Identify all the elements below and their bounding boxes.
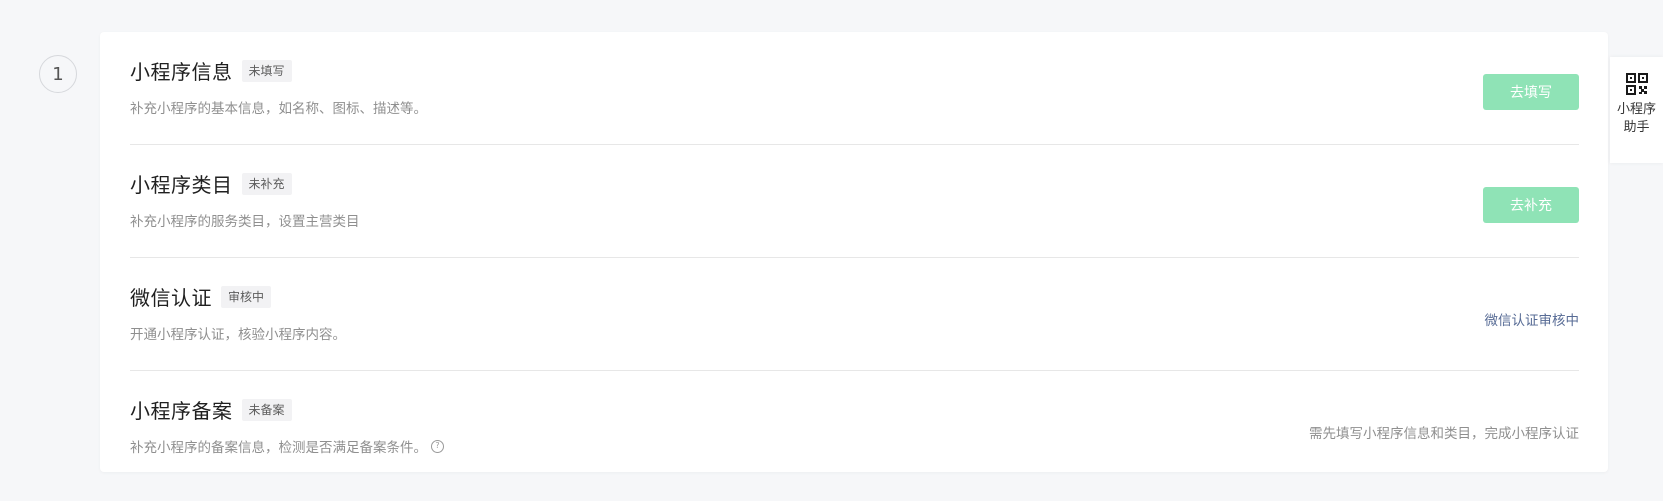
status-badge: 未备案 — [241, 398, 292, 421]
item-description: 补充小程序的基本信息，如名称、图标、描述等。 — [130, 97, 427, 117]
verification-status-link[interactable]: 微信认证审核中 — [1485, 309, 1580, 329]
item-description-text: 补充小程序的基本信息，如名称、图标、描述等。 — [130, 101, 427, 117]
list-item-miniprogram-info: 小程序信息 未填写 补充小程序的基本信息，如名称、图标、描述等。 去填写 — [130, 32, 1579, 145]
list-item-miniprogram-filing: 小程序备案 未备案 补充小程序的备案信息，检测是否满足备案条件。 ? 需先填写小… — [130, 371, 1579, 484]
assistant-label: 小程序助手 — [1616, 102, 1656, 135]
setup-card: 小程序信息 未填写 补充小程序的基本信息，如名称、图标、描述等。 去填写 小程序… — [100, 32, 1608, 472]
question-icon[interactable]: ? — [431, 439, 444, 453]
row-title: 小程序信息 未填写 — [130, 56, 292, 85]
item-description-text: 补充小程序的服务类目，设置主营类目 — [130, 214, 360, 230]
item-title: 小程序信息 — [130, 60, 233, 84]
item-description: 补充小程序的服务类目，设置主营类目 — [130, 210, 360, 230]
status-badge: 未补充 — [241, 172, 292, 195]
status-badge: 审核中 — [221, 285, 272, 308]
row-title: 小程序类目 未补充 — [130, 169, 292, 198]
item-title: 小程序备案 — [130, 399, 233, 423]
item-title: 微信认证 — [130, 286, 212, 310]
item-description: 开通小程序认证，核验小程序内容。 — [130, 323, 346, 343]
list-item-wechat-verification: 微信认证 审核中 开通小程序认证，核验小程序内容。 微信认证审核中 — [130, 258, 1579, 371]
list-item-miniprogram-category: 小程序类目 未补充 补充小程序的服务类目，设置主营类目 去补充 — [130, 145, 1579, 258]
status-badge: 未填写 — [241, 59, 292, 82]
item-description-text: 开通小程序认证，核验小程序内容。 — [130, 327, 346, 343]
fill-in-button[interactable]: 去填写 — [1483, 74, 1579, 110]
qr-code-icon — [1625, 73, 1648, 95]
item-title: 小程序类目 — [130, 173, 233, 197]
miniprogram-assistant-panel[interactable]: 小程序助手 — [1610, 57, 1663, 163]
prerequisite-note: 需先填写小程序信息和类目，完成小程序认证 — [1309, 426, 1579, 442]
item-description: 补充小程序的备案信息，检测是否满足备案条件。 ? — [130, 436, 444, 456]
row-title: 小程序备案 未备案 — [130, 395, 292, 424]
supplement-button[interactable]: 去补充 — [1483, 187, 1579, 223]
row-title: 微信认证 审核中 — [130, 282, 272, 311]
step-number-badge: 1 — [39, 55, 77, 93]
item-description-text: 补充小程序的备案信息，检测是否满足备案条件。 — [130, 440, 427, 456]
